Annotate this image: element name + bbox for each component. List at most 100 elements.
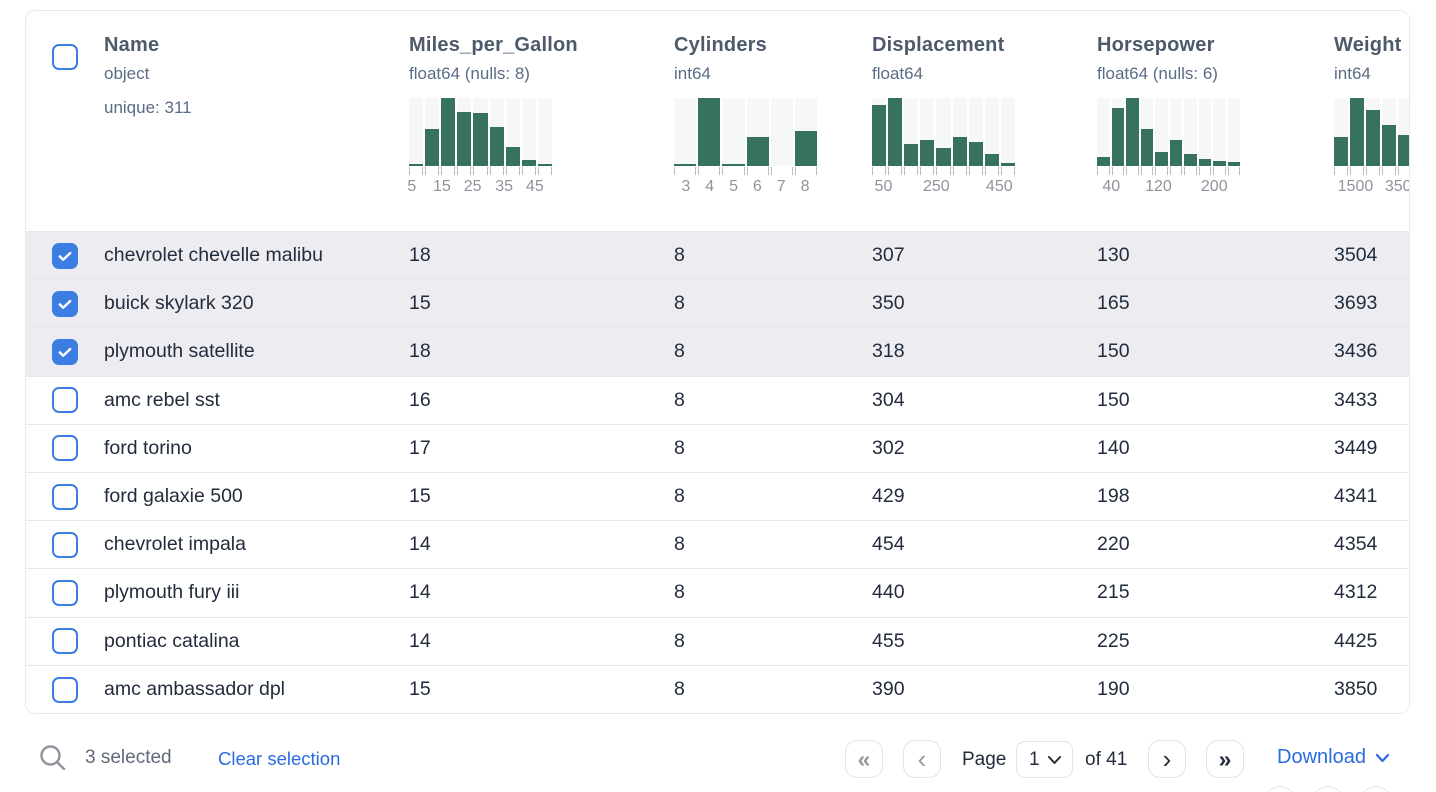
cell-value: 15: [409, 678, 674, 701]
axis-tick-label: 3500: [1385, 178, 1410, 196]
histogram-bin: [920, 98, 934, 166]
page-select[interactable]: 1: [1016, 741, 1073, 778]
tick-mark: [441, 167, 455, 175]
histogram-bars: [1097, 98, 1240, 166]
tick-mark: [1334, 167, 1348, 175]
first-page-button[interactable]: «: [845, 740, 883, 778]
hidden-action-button-1[interactable]: [1263, 786, 1297, 792]
row-checkbox-cell: [26, 291, 104, 317]
cell-value: 350: [872, 292, 1097, 315]
histogram-bar: [1382, 125, 1396, 166]
histogram-axis-labels: 40120200: [1097, 178, 1240, 200]
download-button[interactable]: Download: [1277, 746, 1390, 769]
histogram-bars: [1334, 98, 1410, 166]
cell-value: 8: [674, 678, 872, 701]
next-page-button[interactable]: ›: [1148, 740, 1186, 778]
histogram-bin: [722, 98, 744, 166]
row-checkbox[interactable]: [52, 291, 78, 317]
row-checkbox[interactable]: [52, 484, 78, 510]
cell-value: 225: [1097, 630, 1334, 653]
row-checkbox[interactable]: [52, 677, 78, 703]
table-row[interactable]: amc rebel sst1683041503433: [26, 377, 1409, 425]
row-checkbox[interactable]: [52, 532, 78, 558]
histogram-bin: [522, 98, 536, 166]
cell-name: plymouth fury iii: [104, 581, 409, 604]
histogram-bin: [953, 98, 967, 166]
cell-value: 165: [1097, 292, 1334, 315]
hidden-action-button-3[interactable]: [1359, 786, 1393, 792]
cell-name: chevrolet impala: [104, 533, 409, 556]
clear-selection-link[interactable]: Clear selection: [218, 748, 340, 770]
table-row[interactable]: ford galaxie 5001584291984341: [26, 473, 1409, 521]
cell-value: 14: [409, 533, 674, 556]
column-title: Weight: [1334, 34, 1410, 57]
column-dtype: int64: [674, 64, 872, 84]
tick-mark: [1382, 167, 1396, 175]
row-checkbox[interactable]: [52, 387, 78, 413]
tick-mark: [1366, 167, 1380, 175]
cell-value: 8: [674, 340, 872, 363]
cell-value: 8: [674, 485, 872, 508]
cell-value: 14: [409, 630, 674, 653]
last-page-button[interactable]: »: [1206, 740, 1244, 778]
histogram-bar: [441, 98, 455, 166]
row-checkbox[interactable]: [52, 435, 78, 461]
histogram-displacement: 50250450: [872, 98, 1015, 200]
table-row[interactable]: amc ambassador dpl1583901903850: [26, 666, 1409, 714]
histogram-bar: [1228, 162, 1241, 166]
tick-mark: [1155, 167, 1168, 175]
tick-mark: [771, 167, 793, 175]
select-all-checkbox[interactable]: [52, 44, 78, 70]
histogram-bar: [1366, 110, 1380, 166]
histogram-bar: [1097, 157, 1110, 166]
chevron-down-icon: [1375, 753, 1390, 763]
cell-name: ford galaxie 500: [104, 485, 409, 508]
histogram-bin: [1141, 98, 1154, 166]
histogram-bar: [490, 127, 504, 166]
histogram-bar: [1001, 163, 1015, 166]
prev-page-button[interactable]: ‹: [903, 740, 941, 778]
row-checkbox[interactable]: [52, 243, 78, 269]
tick-mark: [904, 167, 918, 175]
histogram-bin: [409, 98, 423, 166]
table-row[interactable]: chevrolet impala1484542204354: [26, 521, 1409, 569]
cell-value: 304: [872, 389, 1097, 412]
histogram-bar: [722, 164, 744, 166]
column-dtype: object: [104, 64, 409, 84]
tick-mark: [522, 167, 536, 175]
histogram-bin: [698, 98, 720, 166]
histogram-bin: [1126, 98, 1139, 166]
column-unique-count: unique: 311: [104, 98, 409, 118]
histogram-bin: [425, 98, 439, 166]
column-dtype: float64 (nulls: 6): [1097, 64, 1334, 84]
histogram-bin: [985, 98, 999, 166]
row-checkbox[interactable]: [52, 339, 78, 365]
table-row[interactable]: buick skylark 3201583501653693: [26, 280, 1409, 328]
histogram-bar: [1199, 159, 1212, 166]
hidden-action-button-2[interactable]: [1311, 786, 1345, 792]
column-dtype: int64: [1334, 64, 1410, 84]
table-row[interactable]: chevrolet chevelle malibu1883071303504: [26, 232, 1409, 280]
histogram-bar: [969, 142, 983, 166]
table-row[interactable]: plymouth fury iii1484402154312: [26, 569, 1409, 617]
histogram-bar: [872, 105, 886, 166]
row-checkbox-cell: [26, 580, 104, 606]
table-row[interactable]: ford torino1783021403449: [26, 425, 1409, 473]
table-row[interactable]: pontiac catalina1484552254425: [26, 618, 1409, 666]
histogram-ticks: [1334, 167, 1410, 175]
histogram-bin: [1199, 98, 1212, 166]
row-checkbox[interactable]: [52, 628, 78, 654]
row-checkbox[interactable]: [52, 580, 78, 606]
cell-name: buick skylark 320: [104, 292, 409, 315]
cell-name: chevrolet chevelle malibu: [104, 244, 409, 267]
histogram-bar: [985, 154, 999, 166]
cell-value: 215: [1097, 581, 1334, 604]
search-button[interactable]: [38, 743, 68, 778]
axis-tick-label: 3: [681, 178, 690, 196]
download-label: Download: [1277, 746, 1366, 769]
table-row[interactable]: plymouth satellite1883181503436: [26, 328, 1409, 376]
dataframe-card: Nameobjectunique: 311Miles_per_Gallonflo…: [25, 10, 1410, 714]
cell-value: 3433: [1334, 389, 1410, 412]
tick-mark: [1112, 167, 1125, 175]
tick-mark: [425, 167, 439, 175]
